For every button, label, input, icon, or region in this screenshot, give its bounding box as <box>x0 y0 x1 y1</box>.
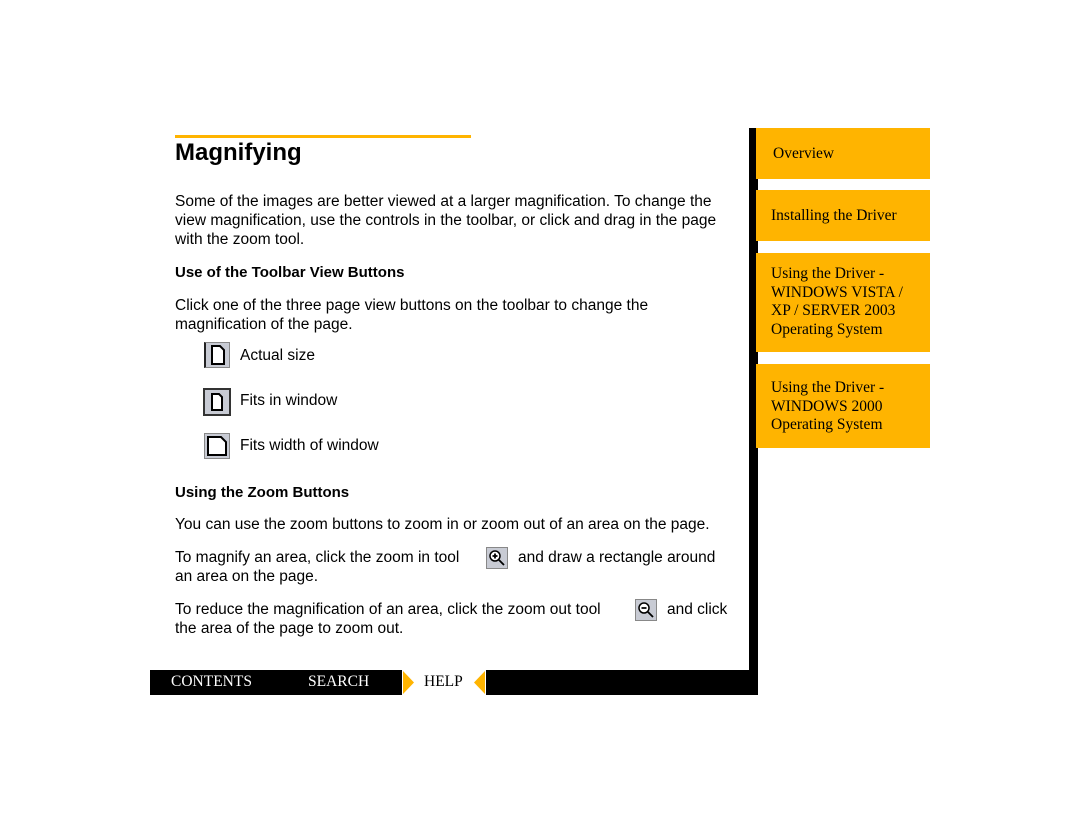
nav-label: Operating System <box>771 416 883 433</box>
page-title: Magnifying <box>175 139 302 166</box>
nav-label: WINDOWS VISTA / <box>771 283 903 301</box>
nav-label: Operating System <box>771 320 883 338</box>
actual-size-icon <box>204 342 230 368</box>
fit-width-icon <box>204 433 230 459</box>
help-label: HELP <box>424 673 463 690</box>
zoom-out-text: and click <box>667 601 728 618</box>
section-text: You can use the zoom buttons to zoom in … <box>175 516 710 533</box>
nav-label: WINDOWS 2000 <box>771 397 883 415</box>
contents-button[interactable]: CONTENTS <box>171 673 252 691</box>
zoom-out-text: the area of the page to zoom out. <box>175 620 404 637</box>
arrow-right-icon <box>403 671 414 694</box>
nav-installing[interactable]: Installing the Driver <box>756 190 930 241</box>
nav-label: Using the Driver - <box>771 265 885 282</box>
item-label: Actual size <box>240 347 315 364</box>
section-heading: Use of the Toolbar View Buttons <box>175 264 405 281</box>
item-label: Fits width of window <box>240 437 379 454</box>
section-heading: Using the Zoom Buttons <box>175 484 350 501</box>
zoom-out-icon <box>635 599 657 621</box>
nav-using-vista[interactable]: Using the Driver - WINDOWS VISTA / XP / SE… <box>756 253 930 352</box>
fit-window-icon <box>203 388 231 416</box>
zoom-in-icon <box>486 547 508 569</box>
nav-label: Installing the Driver <box>771 207 897 224</box>
help-button[interactable]: HELP <box>402 670 486 695</box>
nav-overview[interactable]: Overview <box>756 128 930 179</box>
arrow-left-icon <box>474 671 485 694</box>
zoom-in-text: To magnify an area, click the zoom in to… <box>175 549 460 566</box>
zoom-out-text: To reduce the magnification of an area, … <box>175 601 601 618</box>
title-rule <box>175 135 471 138</box>
nav-using-2000[interactable]: Using the Driver - WINDOWS 2000 Operating … <box>756 364 930 448</box>
nav-label: Overview <box>773 145 835 162</box>
zoom-in-text: and draw a rectangle around <box>518 549 716 566</box>
intro-text: Some of the images are better viewed at … <box>175 193 717 248</box>
section-text: Click one of the three page view buttons… <box>175 297 649 333</box>
item-label: Fits in window <box>240 392 338 409</box>
nav-label: XP / SERVER 2003 <box>771 302 896 319</box>
zoom-in-text: an area on the page. <box>175 568 319 585</box>
search-button[interactable]: SEARCH <box>308 673 369 691</box>
nav-label: Using the Driver - <box>771 379 885 396</box>
